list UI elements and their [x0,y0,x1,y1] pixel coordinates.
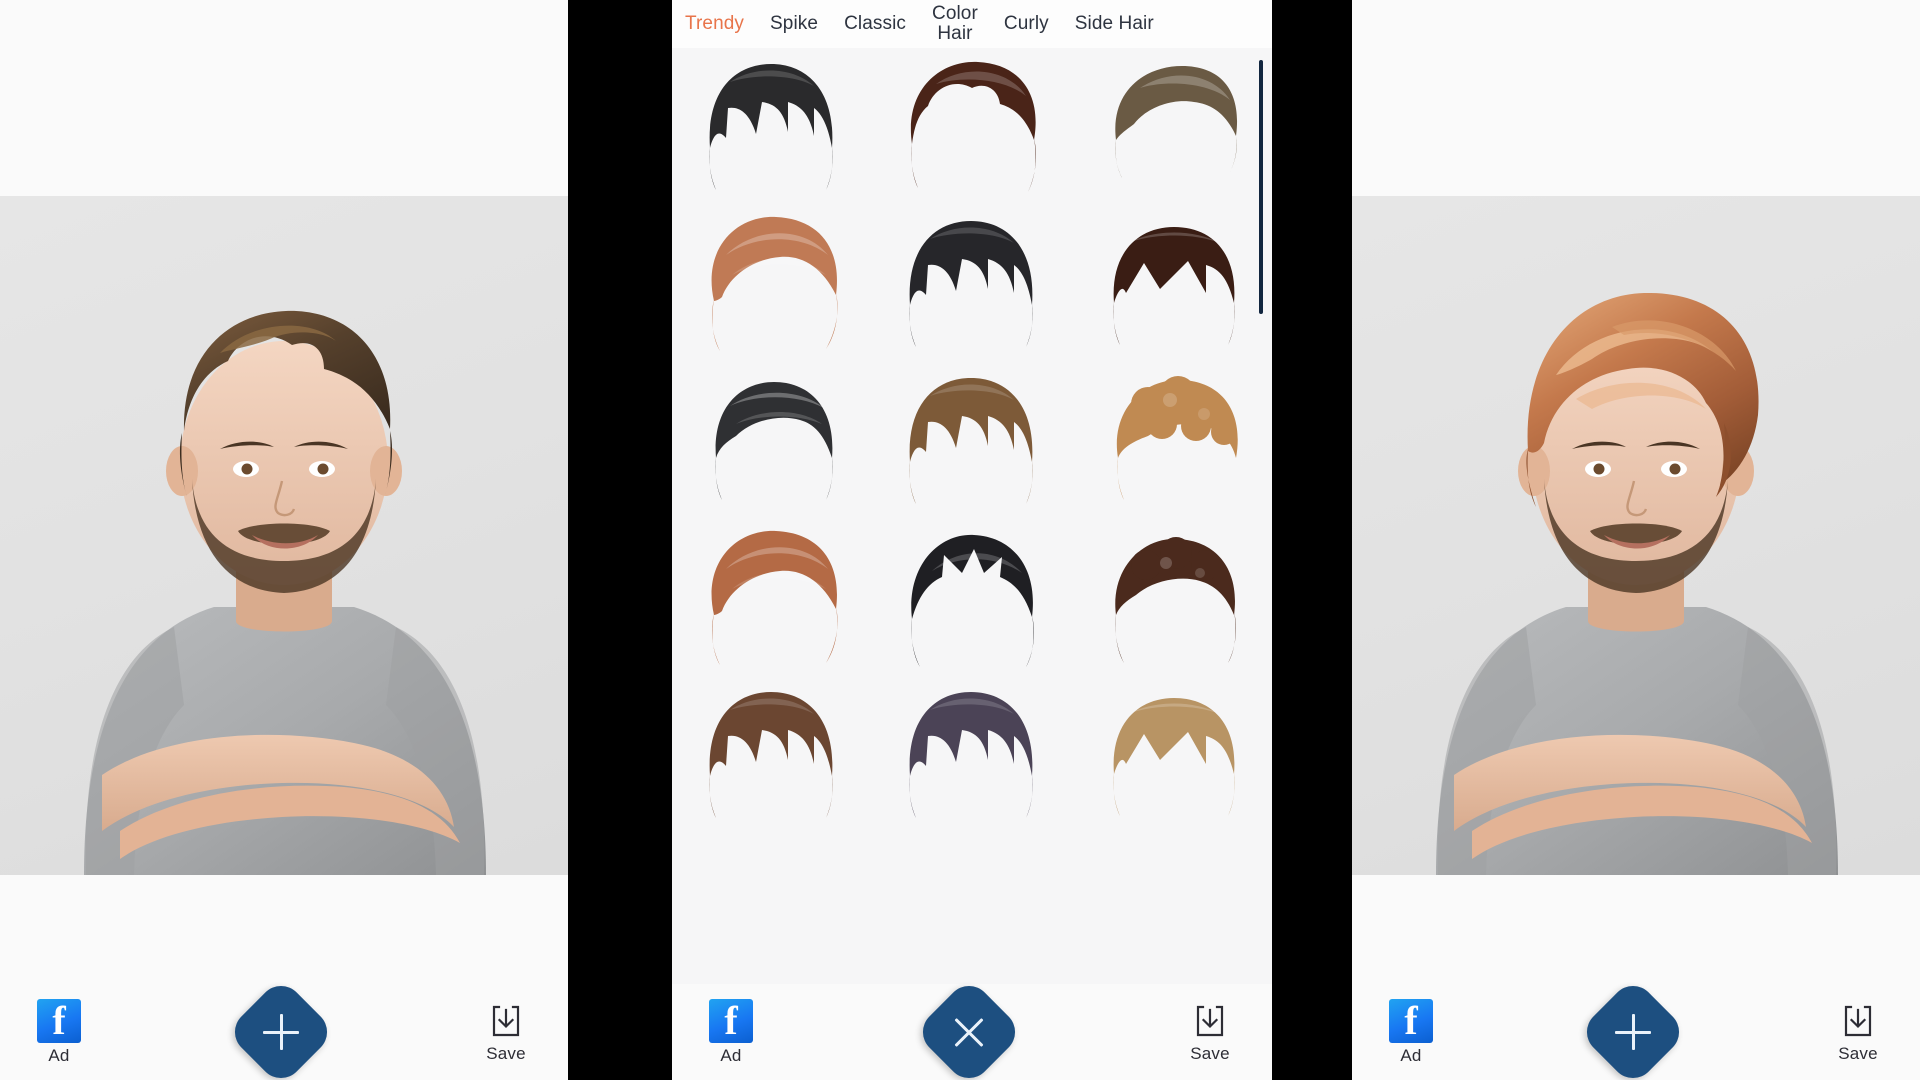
close-picker-button[interactable] [913,976,1025,1080]
hairstyle-thumb[interactable] [872,48,1072,205]
bottom-action-bar-after: Ad Save [1352,976,1920,1080]
hairstyle-7-icon [715,381,833,500]
ad-button-after[interactable]: Ad [1378,996,1444,1066]
scrollbar-thumb[interactable] [1259,60,1263,315]
hairstyle-thumb[interactable] [672,205,872,362]
close-icon [947,1010,991,1054]
tab-color-hair[interactable]: Color Hair [919,3,991,45]
hairstyle-grid-scroll[interactable] [672,48,1272,984]
hairstyle-11-icon [911,534,1034,667]
plus-icon [259,1010,303,1054]
hairstyle-thumb[interactable] [1072,362,1272,519]
save-button-before[interactable]: Save [470,1001,542,1064]
hairstyle-thumb[interactable] [872,676,1072,833]
hairstyle-thumb[interactable] [872,362,1072,519]
preview-panel-after: Ad Save [1352,0,1920,1080]
save-label: Save [486,1043,526,1063]
hairstyle-thumb[interactable] [1072,676,1272,833]
ad-label: Ad [720,1045,742,1065]
preview-panel-before: Ad Save [0,0,568,1080]
tab-spike[interactable]: Spike [757,13,831,34]
download-icon [1196,1005,1224,1036]
screenshot-root: Ad Save TrendySpikeClassicColor HairCurl… [0,0,1920,1080]
photo-canvas-after[interactable] [1352,196,1920,875]
hairstyle-4-icon [711,216,838,351]
ad-button-picker[interactable]: Ad [698,996,764,1066]
hairstyle-2-icon [910,61,1036,192]
person-photo-after [1376,235,1896,875]
hairstyle-thumb[interactable] [672,362,872,519]
save-label: Save [1838,1043,1878,1063]
tab-classic[interactable]: Classic [831,13,919,34]
plus-icon [1611,1010,1655,1054]
save-button-picker[interactable]: Save [1174,1001,1246,1064]
hairstyle-9-icon [1116,375,1238,500]
hairstyle-thumb[interactable] [672,519,872,676]
facebook-icon [37,996,81,1046]
bottom-action-bar-picker: Ad Save [672,976,1272,1080]
download-icon [492,1005,520,1036]
hairstyle-5-icon [909,220,1033,347]
facebook-icon [1389,996,1433,1046]
hairstyle-10-icon [711,530,838,665]
hairstyle-grid [672,48,1272,833]
hairstyle-12-icon [1115,536,1236,663]
hairstyle-thumb[interactable] [872,205,1072,362]
panel-divider-right [1272,0,1352,1080]
tab-curly[interactable]: Curly [991,13,1062,34]
person-photo-before [24,235,544,875]
facebook-icon [709,996,753,1046]
hairstyle-15-icon [1113,697,1235,816]
preview-top-padding [0,0,568,196]
hairstyle-6-icon [1113,226,1235,345]
hairstyle-thumb[interactable] [1072,205,1272,362]
category-tab-bar: Trendy Spike Classic Color Hair Curly Side Ha… [672,0,1272,48]
hair-picker-panel: Trendy Spike Classic Color Hair Curly Side Ha… [672,0,1272,1080]
preview-top-padding [1352,0,1920,196]
hairstyle-thumb[interactable] [672,676,872,833]
hairstyle-8-icon [909,377,1033,504]
hairstyle-thumb[interactable] [1072,519,1272,676]
tab-trendy[interactable]: Trendy [672,13,757,34]
hairstyle-13-icon [709,691,833,818]
hairstyle-thumb[interactable] [1072,48,1272,205]
hairstyle-thumb[interactable] [872,519,1072,676]
panel-divider-left [568,0,672,1080]
ad-label: Ad [48,1045,70,1065]
hairstyle-3-icon [1115,65,1238,178]
ad-label: Ad [1400,1045,1422,1065]
hairstyle-14-icon [909,691,1033,818]
download-icon [1844,1005,1872,1036]
add-photo-button-before[interactable] [225,976,337,1080]
hairstyle-1-icon [709,63,833,190]
add-photo-button-after[interactable] [1577,976,1689,1080]
ad-button-before[interactable]: Ad [26,996,92,1066]
tab-side-hair[interactable]: Side Hair [1062,13,1167,34]
save-label: Save [1190,1043,1230,1063]
hairstyle-thumb[interactable] [672,48,872,205]
bottom-action-bar-before: Ad Save [0,976,568,1080]
photo-canvas-before[interactable] [0,196,568,875]
save-button-after[interactable]: Save [1822,1001,1894,1064]
